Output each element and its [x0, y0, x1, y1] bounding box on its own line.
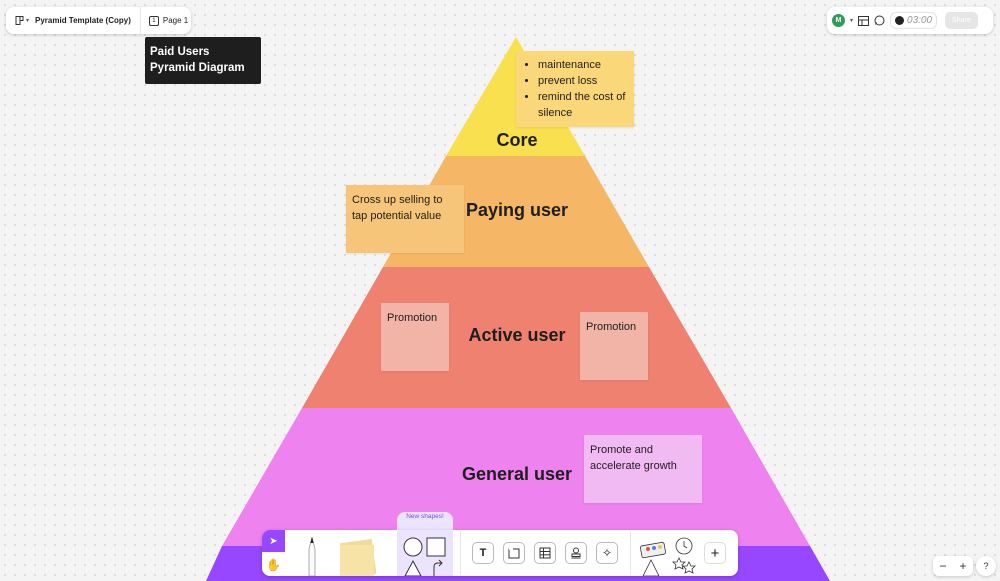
sticky-active-right[interactable]: Promotion	[580, 312, 648, 380]
main-menu-button[interactable]: ▾	[6, 7, 35, 34]
plus-icon: +	[710, 544, 720, 562]
timer-icon	[895, 16, 905, 25]
new-shapes-badge: New shapes!	[406, 513, 444, 520]
page-selector[interactable]: 1 Page 1	[141, 15, 189, 26]
share-button[interactable]: Share	[945, 12, 978, 29]
pyramid-diagram	[206, 37, 830, 581]
collab-bar: M ▾ 03:00 Share	[827, 7, 993, 34]
cursor-icon: ➤	[269, 535, 278, 547]
sticky-active-left[interactable]: Promotion	[381, 303, 449, 371]
sticky-paying-note[interactable]: Cross up selling to tap potential value	[346, 185, 464, 253]
sticky-text: Promotion	[586, 321, 637, 333]
marker-icon	[308, 536, 316, 576]
tool-mode-group: ➤ ✋	[262, 530, 285, 576]
more-tool[interactable]: +	[704, 542, 726, 564]
layout-icon[interactable]	[858, 15, 870, 26]
table-icon	[539, 547, 551, 559]
ai-tool[interactable]: ✧	[596, 542, 618, 564]
sticky-general-note[interactable]: Promote and accelerate growth	[584, 435, 702, 503]
shapes-tool[interactable]	[401, 535, 449, 576]
table-tool[interactable]	[534, 542, 556, 564]
sticky-text: Promote and accelerate growth	[590, 444, 677, 472]
sticky-tool[interactable]	[336, 537, 380, 576]
widgets-tool[interactable]	[639, 536, 699, 576]
section-tool[interactable]	[503, 542, 525, 564]
toolbar-divider	[460, 531, 461, 575]
section-icon	[508, 548, 520, 559]
board-title[interactable]: Paid Users Pyramid Diagram	[145, 37, 261, 84]
marker-tool[interactable]	[300, 535, 324, 576]
file-menu-bar: ▾ Pyramid Template (Copy) 1 Page 1	[6, 7, 191, 34]
list-item: prevent loss	[538, 73, 628, 89]
move-tool[interactable]: ➤	[262, 530, 285, 552]
stamp-tool[interactable]	[565, 542, 587, 564]
core-notes-list: maintenance prevent loss remind the cost…	[522, 57, 628, 121]
list-item: remind the cost of silence	[538, 89, 628, 121]
widgets-icon	[640, 537, 696, 576]
timer-value: 03:00	[907, 15, 933, 26]
stamp-icon	[571, 547, 581, 559]
text-tool[interactable]: T	[472, 542, 494, 564]
chevron-down-icon: ▾	[26, 18, 30, 24]
sticky-note-icon	[339, 538, 377, 576]
list-item: maintenance	[538, 57, 628, 73]
shapes-icon	[403, 537, 446, 576]
file-name[interactable]: Pyramid Template (Copy)	[35, 7, 141, 34]
sticky-text: Cross up selling to tap potential value	[352, 194, 443, 222]
avatar[interactable]: M	[832, 14, 845, 27]
sticky-text: Promotion	[387, 312, 438, 324]
tier-label-core: Core	[496, 130, 538, 150]
help-button[interactable]: ?	[976, 556, 996, 576]
sticky-core-notes[interactable]: maintenance prevent loss remind the cost…	[516, 51, 634, 127]
timer-button[interactable]: 03:00	[890, 12, 938, 29]
page-label: Page 1	[162, 16, 189, 25]
zoom-controls: − +	[933, 556, 973, 576]
hand-tool[interactable]: ✋	[262, 553, 285, 576]
toolbar-divider	[630, 531, 631, 575]
comment-icon[interactable]	[874, 15, 885, 26]
zoom-in-button[interactable]: +	[959, 559, 966, 573]
menu-icon	[15, 16, 24, 25]
sparkle-icon: ✧	[601, 546, 613, 560]
text-icon: T	[479, 547, 487, 559]
page-icon: 1	[148, 15, 159, 26]
chevron-down-icon[interactable]: ▾	[850, 17, 853, 24]
hand-icon: ✋	[266, 557, 281, 572]
zoom-out-button[interactable]: −	[939, 559, 946, 573]
toolbar-tools-row: T ✧	[472, 542, 618, 564]
